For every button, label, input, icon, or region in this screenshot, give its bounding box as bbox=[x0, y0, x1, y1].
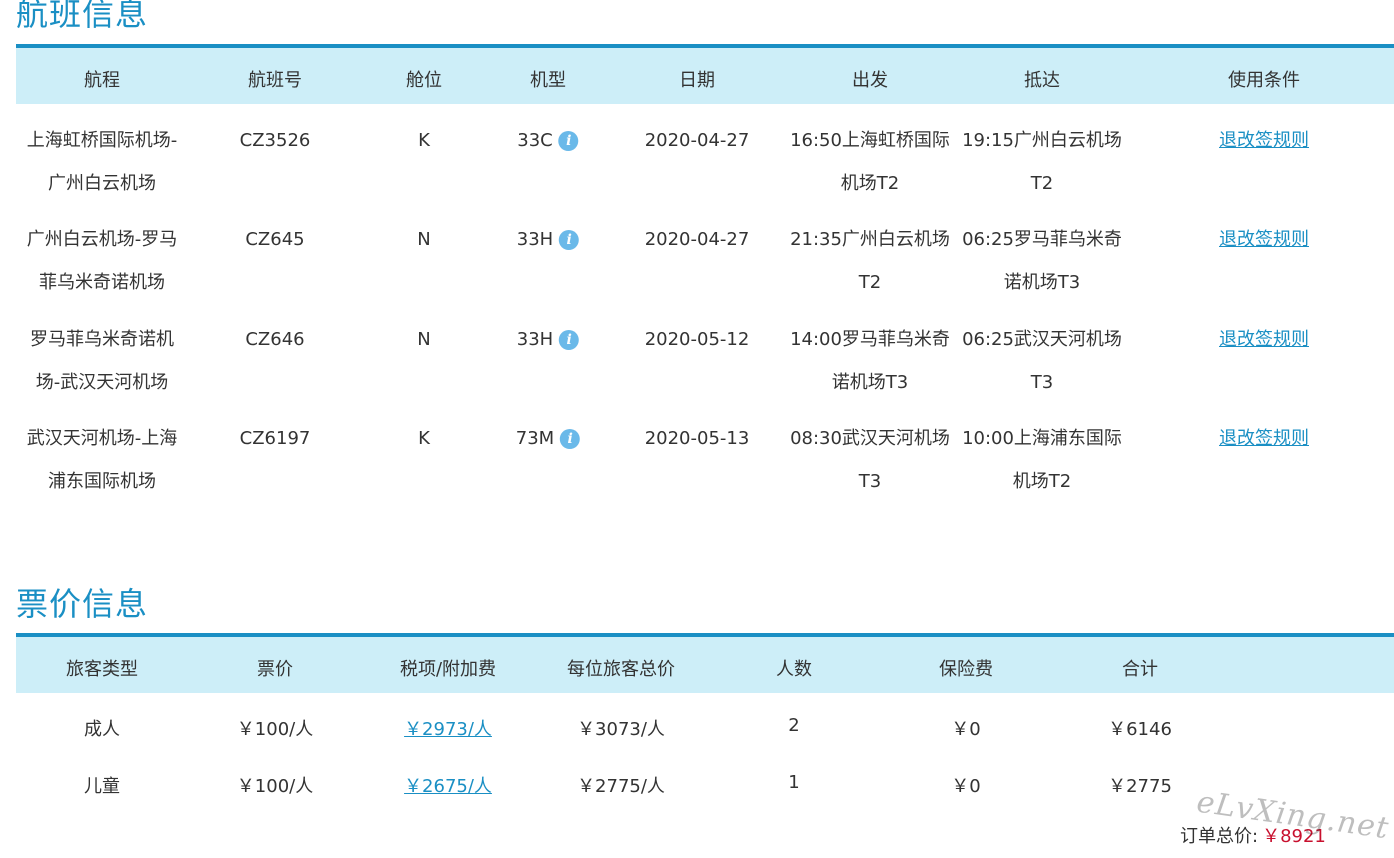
fare-cell: ￥100/人 bbox=[236, 719, 314, 740]
cabin-cell: K bbox=[418, 130, 430, 151]
passenger-type-cell: 成人 bbox=[84, 719, 120, 740]
cabin-cell: N bbox=[417, 329, 431, 350]
info-icon[interactable]: i bbox=[559, 230, 580, 250]
header-count: 人数 bbox=[776, 659, 812, 680]
aircraft-type: 33H bbox=[516, 329, 554, 350]
refund-rules-link[interactable]: 退改签规则 bbox=[1219, 119, 1309, 162]
fare-cell: ￥100/人 bbox=[236, 776, 314, 797]
header-conditions: 使用条件 bbox=[1228, 70, 1300, 91]
aircraft-cell: 33H i bbox=[516, 218, 580, 261]
header-subtotal: 合计 bbox=[1122, 659, 1158, 680]
aircraft-type: 33H bbox=[516, 229, 554, 250]
subtotal-cell: ￥2775 bbox=[1108, 776, 1172, 797]
info-icon[interactable]: i bbox=[559, 330, 580, 350]
route-cell: 广州白云机场-罗马菲乌米奇诺机场 bbox=[26, 229, 178, 293]
header-date: 日期 bbox=[679, 70, 715, 91]
cabin-cell: K bbox=[418, 428, 430, 449]
route-cell: 罗马菲乌米奇诺机场-武汉天河机场 bbox=[30, 329, 174, 393]
count-cell: 2 bbox=[788, 715, 800, 736]
depart-cell: 21:35广州白云机场T2 bbox=[790, 229, 950, 293]
info-icon[interactable]: i bbox=[558, 131, 579, 151]
depart-cell: 08:30武汉天河机场T3 bbox=[790, 428, 950, 492]
date-cell: 2020-05-12 bbox=[644, 329, 750, 350]
order-total-label: 订单总价: bbox=[1180, 826, 1259, 847]
info-icon[interactable]: i bbox=[560, 429, 581, 449]
header-aircraft: 机型 bbox=[530, 70, 566, 91]
header-arrive: 抵达 bbox=[1024, 70, 1060, 91]
arrive-cell: 06:25罗马菲乌米奇诺机场T3 bbox=[962, 229, 1122, 293]
header-tax: 税项/附加费 bbox=[399, 659, 497, 680]
header-insurance: 保险费 bbox=[939, 659, 993, 680]
price-info-title: 票价信息 bbox=[16, 585, 149, 623]
cabin-cell: N bbox=[417, 229, 431, 250]
aircraft-type: 33C bbox=[517, 130, 553, 151]
refund-rules-link[interactable]: 退改签规则 bbox=[1219, 218, 1309, 261]
flight-table-header: 航程 航班号 舱位 机型 日期 出发 抵达 使用条件 bbox=[16, 44, 1394, 104]
flight-no-cell: CZ645 bbox=[245, 229, 305, 250]
flight-info-title: 航班信息 bbox=[16, 0, 149, 33]
refund-rules-link[interactable]: 退改签规则 bbox=[1219, 318, 1309, 361]
price-row: 儿童 ￥100/人 ￥2675/人 ￥2775/人 1 ￥0 ￥2775 bbox=[16, 758, 1394, 815]
header-cabin: 舱位 bbox=[406, 70, 442, 91]
flight-table: 航程 航班号 舱位 机型 日期 出发 抵达 使用条件 上海虹桥国际机场-广州白云… bbox=[16, 44, 1394, 492]
aircraft-cell: 33C i bbox=[517, 119, 579, 162]
tax-link[interactable]: ￥2675/人 bbox=[404, 772, 492, 798]
refund-rules-link[interactable]: 退改签规则 bbox=[1219, 417, 1309, 460]
flight-row: 广州白云机场-罗马菲乌米奇诺机场 CZ645 N 33H i 2020-04-27… bbox=[16, 208, 1394, 308]
flight-no-cell: CZ6197 bbox=[239, 428, 311, 449]
header-depart: 出发 bbox=[852, 70, 888, 91]
route-cell: 武汉天河机场-上海浦东国际机场 bbox=[26, 428, 178, 492]
depart-cell: 14:00罗马菲乌米奇诺机场T3 bbox=[790, 329, 950, 393]
arrive-cell: 06:25武汉天河机场T3 bbox=[962, 329, 1122, 393]
flight-row: 武汉天河机场-上海浦东国际机场 CZ6197 K 73M i 2020-05-13… bbox=[16, 407, 1394, 507]
flight-no-cell: CZ646 bbox=[245, 329, 305, 350]
header-flight-no: 航班号 bbox=[248, 70, 302, 91]
flight-row: 罗马菲乌米奇诺机场-武汉天河机场 CZ646 N 33H i 2020-05-12… bbox=[16, 308, 1394, 408]
arrive-cell: 19:15广州白云机场T2 bbox=[962, 130, 1122, 194]
per-total-cell: ￥3073/人 bbox=[577, 719, 665, 740]
insurance-cell: ￥0 bbox=[951, 776, 981, 797]
aircraft-cell: 73M i bbox=[515, 417, 581, 460]
count-cell: 1 bbox=[788, 772, 800, 793]
date-cell: 2020-04-27 bbox=[644, 229, 750, 250]
header-fare: 票价 bbox=[257, 659, 293, 680]
passenger-type-cell: 儿童 bbox=[84, 776, 120, 797]
subtotal-cell: ￥6146 bbox=[1108, 719, 1172, 740]
insurance-cell: ￥0 bbox=[951, 719, 981, 740]
flight-row: 上海虹桥国际机场-广州白云机场 CZ3526 K 33C i 2020-04-27… bbox=[16, 109, 1394, 209]
route-cell: 上海虹桥国际机场-广州白云机场 bbox=[26, 130, 178, 194]
header-passenger-type: 旅客类型 bbox=[66, 659, 138, 680]
tax-link[interactable]: ￥2973/人 bbox=[404, 715, 492, 741]
depart-cell: 16:50上海虹桥国际机场T2 bbox=[790, 130, 950, 194]
aircraft-cell: 33H i bbox=[516, 318, 580, 361]
aircraft-type: 73M bbox=[515, 428, 555, 449]
price-table: 旅客类型 票价 税项/附加费 每位旅客总价 人数 保险费 合计 成人 ￥100/… bbox=[16, 633, 1394, 797]
header-per-total: 每位旅客总价 bbox=[567, 659, 675, 680]
date-cell: 2020-05-13 bbox=[644, 428, 750, 449]
arrive-cell: 10:00上海浦东国际机场T2 bbox=[962, 428, 1122, 492]
price-row: 成人 ￥100/人 ￥2973/人 ￥3073/人 2 ￥0 ￥6146 bbox=[16, 701, 1394, 758]
header-route: 航程 bbox=[84, 70, 120, 91]
price-table-header: 旅客类型 票价 税项/附加费 每位旅客总价 人数 保险费 合计 bbox=[16, 633, 1394, 693]
flight-no-cell: CZ3526 bbox=[239, 130, 311, 151]
per-total-cell: ￥2775/人 bbox=[577, 776, 665, 797]
date-cell: 2020-04-27 bbox=[644, 130, 750, 151]
